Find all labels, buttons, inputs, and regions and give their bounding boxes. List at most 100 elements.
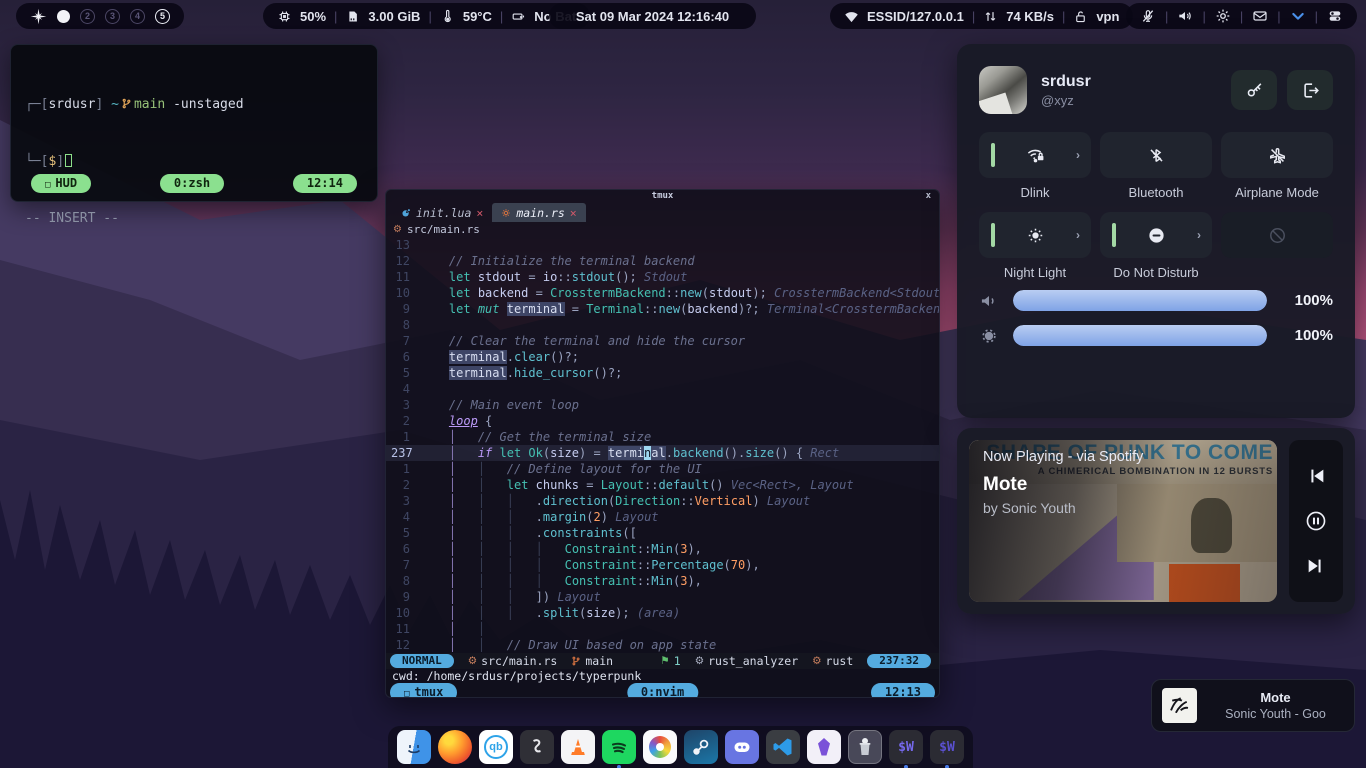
pause-button[interactable] xyxy=(1303,508,1329,534)
gear-icon[interactable] xyxy=(1215,8,1231,24)
memory-usage: 3.00 GiB xyxy=(368,9,420,24)
hud-terminal-window[interactable]: ┌─[srdusr] ~main -unstaged └─[$] -- INSE… xyxy=(10,44,378,202)
code-line[interactable]: 9 │ │ │ ]) Layout xyxy=(386,589,939,605)
tile-wifi[interactable]: › xyxy=(979,132,1091,178)
tile-cell-blocked xyxy=(1221,212,1333,280)
dock-app-sw-2[interactable]: $W xyxy=(930,730,964,768)
code-line[interactable]: 10 │ │ │ .split(size); (area) xyxy=(386,605,939,621)
workspace-1-active[interactable] xyxy=(57,10,70,23)
launcher-star-icon[interactable] xyxy=(30,8,47,25)
cwd-line: cwd: /home/srdusr/projects/typerpunk xyxy=(386,669,939,684)
dock-vscode[interactable] xyxy=(766,730,800,768)
logout-button[interactable] xyxy=(1287,70,1333,110)
window-close-button[interactable]: x xyxy=(926,190,931,203)
code-text: │ │ │ │ Constraint::Min(3), xyxy=(420,541,939,557)
volume-slider[interactable] xyxy=(1013,290,1267,311)
chevron-down-icon[interactable] xyxy=(1290,8,1306,24)
code-line[interactable]: 7 │ │ │ │ Constraint::Percentage(70), xyxy=(386,557,939,573)
code-line[interactable]: 5 │ │ │ .constraints([ xyxy=(386,525,939,541)
tile-blocked[interactable] xyxy=(1221,212,1333,258)
code-text: terminal.hide_cursor()?; xyxy=(420,365,939,381)
code-line[interactable]: 2 loop { xyxy=(386,413,939,429)
tmux-session-hud[interactable]: □HUD xyxy=(31,174,91,193)
code-line[interactable]: 11 │ │ xyxy=(386,621,939,637)
code-line[interactable]: 6 │ │ │ │ Constraint::Min(3), xyxy=(386,541,939,557)
tmux-session-name[interactable]: □tmux xyxy=(390,683,457,698)
brightness-slider[interactable] xyxy=(1013,325,1267,346)
code-line[interactable]: 12 │ │ // Draw UI based on app state xyxy=(386,637,939,653)
dock-app-sw-1[interactable]: $W xyxy=(889,730,923,768)
code-line[interactable]: 5 terminal.hide_cursor()?; xyxy=(386,365,939,381)
next-track-button[interactable] xyxy=(1303,553,1329,579)
dock-qbittorrent[interactable]: qb xyxy=(479,730,513,768)
code-line[interactable]: 3 // Main event loop xyxy=(386,397,939,413)
code-line[interactable]: 10 let backend = CrosstermBackend::new(s… xyxy=(386,285,939,301)
now-playing-source: Now Playing - via Spotify xyxy=(983,449,1143,465)
code-line[interactable]: 2 │ │ let chunks = Layout::default() Vec… xyxy=(386,477,939,493)
workspace-3[interactable]: 3 xyxy=(105,9,120,24)
dock-trash[interactable] xyxy=(848,730,882,768)
line-number: 237 xyxy=(386,445,420,461)
code-editor[interactable]: 1312 // Initialize the terminal backend1… xyxy=(386,237,939,653)
code-line[interactable]: 8 │ │ │ │ Constraint::Min(3), xyxy=(386,573,939,589)
code-line[interactable]: 11 let stdout = io::stdout(); Stdout xyxy=(386,269,939,285)
code-line[interactable]: 1 │ // Get the terminal size xyxy=(386,429,939,445)
dock-obs[interactable] xyxy=(520,730,554,768)
qbittorrent-icon: qb xyxy=(479,730,513,764)
code-line[interactable]: 6 terminal.clear()?; xyxy=(386,349,939,365)
workspace-2[interactable]: 2 xyxy=(80,9,95,24)
tile-airplane-mode[interactable] xyxy=(1221,132,1333,178)
tile-label: Dlink xyxy=(1021,185,1050,200)
workspace-4[interactable]: 4 xyxy=(130,9,145,24)
tile-bluetooth[interactable] xyxy=(1100,132,1212,178)
code-line[interactable]: 8 xyxy=(386,317,939,333)
tmux-window-zsh[interactable]: 0:zsh xyxy=(160,174,224,193)
dock-vlc[interactable] xyxy=(561,730,595,768)
dock-spotify[interactable] xyxy=(602,730,636,768)
tab-main-rs[interactable]: main.rs × xyxy=(492,203,585,222)
workspace-5[interactable]: 5 xyxy=(155,9,170,24)
rust-file-icon: ⚙ xyxy=(393,224,402,235)
tab-init-lua[interactable]: init.lua × xyxy=(392,203,492,222)
avatar xyxy=(979,66,1027,114)
tab-close-icon[interactable]: × xyxy=(476,206,483,220)
code-line[interactable]: 4 xyxy=(386,381,939,397)
mic-muted-icon[interactable] xyxy=(1140,8,1156,24)
code-text: terminal.clear()?; xyxy=(420,349,939,365)
vi-mode-indicator: -- INSERT -- xyxy=(25,209,363,228)
dock-obsidian[interactable] xyxy=(807,730,841,768)
code-line[interactable]: 12 // Initialize the terminal backend xyxy=(386,253,939,269)
dock-discord[interactable] xyxy=(725,730,759,768)
chevron-right-icon[interactable]: › xyxy=(1076,228,1080,242)
code-text: │ │ │ .constraints([ xyxy=(420,525,939,541)
media-controls xyxy=(1289,440,1343,602)
vscode-icon xyxy=(766,730,800,764)
code-line[interactable]: 1 │ │ // Define layout for the UI xyxy=(386,461,939,477)
tile-do-not-disturb[interactable]: › xyxy=(1100,212,1212,258)
dock-steam[interactable] xyxy=(684,730,718,768)
tile-night-light[interactable]: › xyxy=(979,212,1091,258)
dock-firefox[interactable] xyxy=(438,730,472,768)
code-line[interactable]: 7 // Clear the terminal and hide the cur… xyxy=(386,333,939,349)
album-art[interactable]: SHAPE OF PUNK TO COME A CHIMERICAL BOMBI… xyxy=(969,440,1277,602)
code-text: // Initialize the terminal backend xyxy=(420,253,939,269)
mail-icon[interactable] xyxy=(1252,8,1268,24)
speaker-icon[interactable] xyxy=(1177,8,1193,24)
brightness-slider-row: 100% xyxy=(979,325,1333,346)
previous-track-button[interactable] xyxy=(1303,463,1329,489)
toggles-icon[interactable] xyxy=(1327,8,1343,24)
code-line[interactable]: 4 │ │ │ .margin(2) Layout xyxy=(386,509,939,525)
chevron-right-icon[interactable]: › xyxy=(1076,148,1080,162)
notification-toast[interactable]: Mote Sonic Youth - Goo xyxy=(1151,679,1355,732)
dock-files[interactable] xyxy=(397,730,431,768)
code-line[interactable]: 9 let mut terminal = Terminal::new(backe… xyxy=(386,301,939,317)
tmux-window-nvim[interactable]: 0:nvim xyxy=(627,683,698,698)
tmux-editor-window[interactable]: tmux x init.lua × main.rs × ⚙ src/main.r… xyxy=(385,189,940,698)
dock-photos[interactable] xyxy=(643,730,677,768)
code-line[interactable]: 3 │ │ │ .direction(Direction::Vertical) … xyxy=(386,493,939,509)
code-line[interactable]: 13 xyxy=(386,237,939,253)
tab-close-icon[interactable]: × xyxy=(570,206,577,220)
code-line-current[interactable]: 237 │ if let Ok(size) = terminal.backend… xyxy=(386,445,939,461)
lock-key-button[interactable] xyxy=(1231,70,1277,110)
chevron-right-icon[interactable]: › xyxy=(1197,228,1201,242)
